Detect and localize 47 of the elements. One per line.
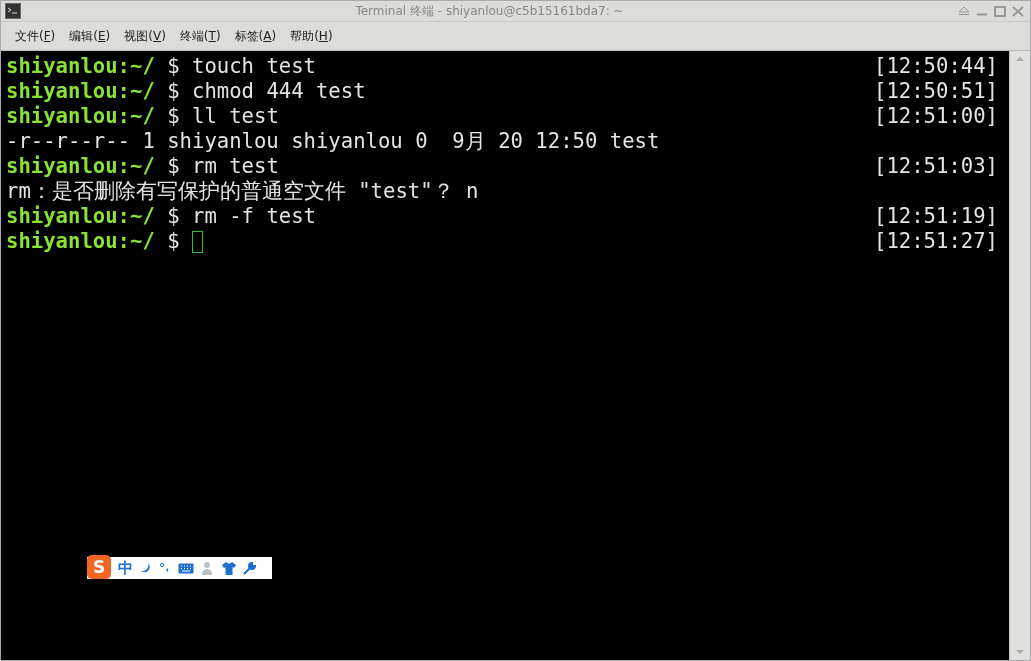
person-icon[interactable] <box>201 561 215 575</box>
prompt-text: shiyanlou:~/ <box>6 229 155 254</box>
punctuation-icon[interactable] <box>159 562 171 574</box>
prompt-sign: $ <box>167 79 180 104</box>
output-text: -r--r--r-- 1 shiyanlou shiyanlou 0 9月 20 12:50 test <box>6 129 660 154</box>
scrollbar[interactable] <box>1009 51 1030 660</box>
menu-item[interactable]: 视图(V) <box>124 27 166 45</box>
menu-item[interactable]: 编辑(E) <box>69 27 111 45</box>
shade-icon[interactable] <box>958 6 970 16</box>
prompt-text: shiyanlou:~/ <box>6 204 155 229</box>
command-text: chmod 444 test <box>192 79 366 104</box>
command-text: rm -f test <box>192 204 316 229</box>
prompt-text: shiyanlou:~/ <box>6 154 155 179</box>
prompt-sign: $ <box>167 54 180 79</box>
maximize-icon[interactable] <box>994 5 1006 17</box>
prompt-sign: $ <box>167 154 180 179</box>
wrench-icon[interactable] <box>243 561 256 575</box>
menu-item[interactable]: 标签(A) <box>234 27 277 45</box>
menu-item[interactable]: 帮助(H) <box>290 27 333 45</box>
timestamp: [12:51:03] <box>874 154 998 179</box>
scroll-down-icon[interactable] <box>1015 648 1025 656</box>
prompt-text: shiyanlou:~/ <box>6 79 155 104</box>
timestamp: [12:51:00] <box>874 104 998 129</box>
terminal-icon <box>5 3 21 19</box>
command-text: rm test <box>192 154 279 179</box>
prompt-sign: $ <box>167 104 180 129</box>
ime-mode[interactable]: 中 <box>118 560 133 576</box>
moon-icon[interactable] <box>140 562 152 574</box>
menu-item[interactable]: 终端(T) <box>179 27 221 45</box>
window-title: Terminal 终端 - shiyanlou@c5b15161bda7: ~ <box>354 2 625 20</box>
prompt-text: shiyanlou:~/ <box>6 104 155 129</box>
timestamp: [12:51:19] <box>874 204 998 229</box>
command-text: ll test <box>192 104 279 129</box>
prompt-sign: $ <box>167 229 180 254</box>
command-text: touch test <box>192 54 316 79</box>
timestamp: [12:50:51] <box>874 79 998 104</box>
output-text: rm：是否删除有写保护的普通空文件 "test"？ n <box>6 179 479 204</box>
timestamp: [12:51:27] <box>874 229 998 254</box>
timestamp: [12:50:44] <box>874 54 998 79</box>
text-cursor <box>192 230 203 253</box>
prompt-sign: $ <box>167 204 180 229</box>
keyboard-icon[interactable] <box>178 562 194 574</box>
menu-item[interactable]: 文件(F) <box>15 27 56 45</box>
shirt-icon[interactable] <box>222 561 236 575</box>
close-icon[interactable] <box>1012 5 1024 17</box>
prompt-text: shiyanlou:~/ <box>6 54 155 79</box>
scroll-up-icon[interactable] <box>1015 55 1025 63</box>
